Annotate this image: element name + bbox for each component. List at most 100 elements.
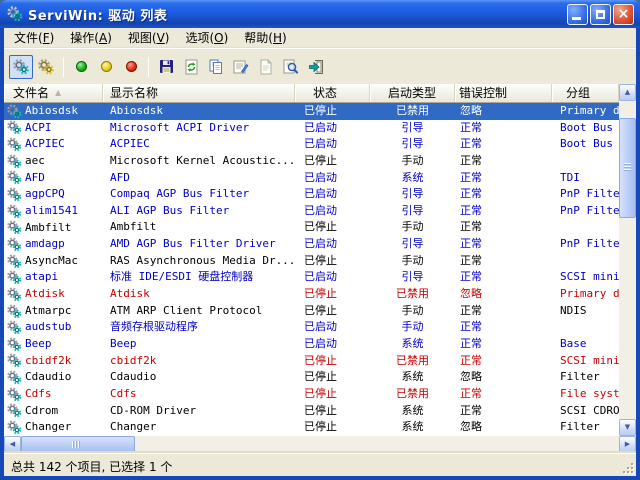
- driver-error-control: 正常: [455, 170, 552, 187]
- horizontal-scroll-track[interactable]: [21, 436, 619, 453]
- driver-display-name: 标准 IDE/ESDI 硬盘控制器: [103, 269, 295, 286]
- start-driver-button[interactable]: [69, 55, 93, 79]
- table-row[interactable]: AmbfiltAmbfilt已停止手动正常: [4, 219, 619, 236]
- table-row[interactable]: BeepBeep已启动系统正常Base: [4, 336, 619, 353]
- table-row[interactable]: CdaudioCdaudio已停止系统忽略Filter: [4, 369, 619, 386]
- close-button[interactable]: ×: [613, 4, 634, 25]
- driver-group: [552, 253, 619, 270]
- save-button[interactable]: [154, 55, 178, 79]
- vertical-scroll-thumb[interactable]: [619, 118, 636, 218]
- driver-group: NDIS: [552, 303, 619, 320]
- services-view-button[interactable]: [34, 55, 58, 79]
- titlebar[interactable]: ServiWin: 驱动 列表 ×: [0, 0, 640, 28]
- column-header-filename[interactable]: 文件名 ▲: [4, 84, 103, 102]
- minimize-button[interactable]: [567, 4, 588, 25]
- sort-asc-icon: ▲: [55, 89, 61, 97]
- table-row[interactable]: aecMicrosoft Kernel Acoustic...已停止手动正常: [4, 153, 619, 170]
- resize-grip[interactable]: [621, 461, 635, 475]
- driver-filename: AFD: [25, 170, 45, 187]
- driver-startup-type: 引导: [370, 136, 455, 153]
- table-row[interactable]: ACPIMicrosoft ACPI Driver已启动引导正常Boot Bus…: [4, 120, 619, 137]
- table-row[interactable]: CdromCD-ROM Driver已停止系统正常SCSI CDROM: [4, 403, 619, 420]
- driver-group: Filter: [552, 419, 619, 436]
- driver-group: Filter: [552, 369, 619, 386]
- driver-error-control: 正常: [455, 303, 552, 320]
- driver-status: 已启动: [295, 203, 370, 220]
- menu-action[interactable]: 操作(A): [62, 27, 120, 49]
- driver-error-control: 正常: [455, 136, 552, 153]
- driver-error-control: 正常: [455, 219, 552, 236]
- driver-display-name: Beep: [103, 336, 295, 353]
- menubar: 文件(F)操作(A)视图(V)选项(O)帮助(H): [4, 28, 636, 48]
- column-header-error-control[interactable]: 错误控制: [455, 84, 552, 102]
- exit-button[interactable]: [304, 55, 328, 79]
- driver-filename: Beep: [25, 336, 52, 353]
- status-text: 总共 142 个项目, 已选择 1 个: [4, 454, 636, 475]
- driver-error-control: 正常: [455, 186, 552, 203]
- services-gears-icon: [37, 58, 55, 75]
- vertical-scrollbar[interactable]: ▲ ▼: [619, 84, 636, 436]
- driver-gears-icon: [6, 387, 22, 402]
- stop-driver-button[interactable]: [119, 55, 143, 79]
- driver-display-name: Abiosdsk: [103, 103, 295, 120]
- menu-help[interactable]: 帮助(H): [236, 27, 294, 49]
- scroll-right-icon[interactable]: ▶: [619, 436, 636, 453]
- table-row[interactable]: audstub音频存根驱动程序已启动手动正常: [4, 319, 619, 336]
- pause-driver-button[interactable]: [94, 55, 118, 79]
- driver-startup-type: 已禁用: [370, 286, 455, 303]
- table-row[interactable]: atapi标准 IDE/ESDI 硬盘控制器已启动引导正常SCSI minip: [4, 269, 619, 286]
- table-row[interactable]: ACPIECACPIEC已启动引导正常Boot Bus Ex: [4, 136, 619, 153]
- table-row[interactable]: AbiosdskAbiosdsk已停止已禁用忽略Primary dis: [4, 103, 619, 120]
- drivers-view-button[interactable]: [9, 55, 33, 79]
- scroll-left-icon[interactable]: ◀: [4, 436, 21, 453]
- column-header-startup-type[interactable]: 启动类型: [370, 84, 455, 102]
- table-row[interactable]: AtmarpcATM ARP Client Protocol已停止手动正常NDI…: [4, 303, 619, 320]
- driver-gears-icon: [6, 370, 22, 385]
- driver-group: SCSI CDROM: [552, 403, 619, 420]
- html-report-button[interactable]: [254, 55, 278, 79]
- table-row[interactable]: alim1541ALI AGP Bus Filter已启动引导正常PnP Fil…: [4, 203, 619, 220]
- table-row[interactable]: ChangerChanger已停止系统忽略Filter: [4, 419, 619, 436]
- column-header-group[interactable]: 分组: [552, 84, 619, 102]
- horizontal-scroll-thumb[interactable]: [21, 436, 135, 453]
- column-header-display-name[interactable]: 显示名称: [103, 84, 295, 102]
- driver-gears-icon: [6, 187, 22, 202]
- table-row[interactable]: AsyncMacRAS Asynchronous Media Dr...已停止手…: [4, 253, 619, 270]
- statusbar: 总共 142 个项目, 已选择 1 个: [4, 453, 636, 476]
- menu-options[interactable]: 选项(O): [177, 27, 236, 49]
- pause-icon: [101, 61, 112, 72]
- table-row[interactable]: agpCPQCompaq AGP Bus Filter已启动引导正常PnP Fi…: [4, 186, 619, 203]
- driver-group: [552, 219, 619, 236]
- scroll-up-icon[interactable]: ▲: [619, 84, 636, 101]
- copy-button[interactable]: [204, 55, 228, 79]
- menu-view[interactable]: 视图(V): [120, 27, 178, 49]
- driver-filename: Atdisk: [25, 286, 65, 303]
- driver-filename: Abiosdsk: [25, 103, 78, 120]
- horizontal-scrollbar[interactable]: ◀ ▶: [4, 436, 636, 453]
- table-row[interactable]: amdagpAMD AGP Bus Filter Driver已启动引导正常Pn…: [4, 236, 619, 253]
- driver-group: TDI: [552, 170, 619, 187]
- driver-status: 已停止: [295, 369, 370, 386]
- driver-status: 已停止: [295, 286, 370, 303]
- driver-group: Primary dis: [552, 286, 619, 303]
- scroll-down-icon[interactable]: ▼: [619, 419, 636, 436]
- maximize-button[interactable]: [590, 4, 611, 25]
- table-row[interactable]: cbidf2kcbidf2k已停止已禁用正常SCSI minip: [4, 353, 619, 370]
- app-frame: 文件(F)操作(A)视图(V)选项(O)帮助(H): [4, 28, 636, 476]
- table-row[interactable]: AtdiskAtdisk已停止已禁用忽略Primary dis: [4, 286, 619, 303]
- refresh-button[interactable]: [179, 55, 203, 79]
- properties-button[interactable]: [229, 55, 253, 79]
- driver-startup-type: 引导: [370, 269, 455, 286]
- menu-file[interactable]: 文件(F): [6, 27, 62, 49]
- save-icon: [159, 59, 174, 74]
- find-button[interactable]: [279, 55, 303, 79]
- driver-startup-type: 已禁用: [370, 386, 455, 403]
- driver-status: 已停止: [295, 103, 370, 120]
- driver-display-name: ATM ARP Client Protocol: [103, 303, 295, 320]
- driver-startup-type: 系统: [370, 170, 455, 187]
- column-header-status[interactable]: 状态: [295, 84, 370, 102]
- table-row[interactable]: CdfsCdfs已停止已禁用正常File syste: [4, 386, 619, 403]
- driver-group: Primary dis: [552, 103, 619, 120]
- vertical-scroll-track[interactable]: [619, 101, 636, 419]
- table-row[interactable]: AFDAFD已启动系统正常TDI: [4, 170, 619, 187]
